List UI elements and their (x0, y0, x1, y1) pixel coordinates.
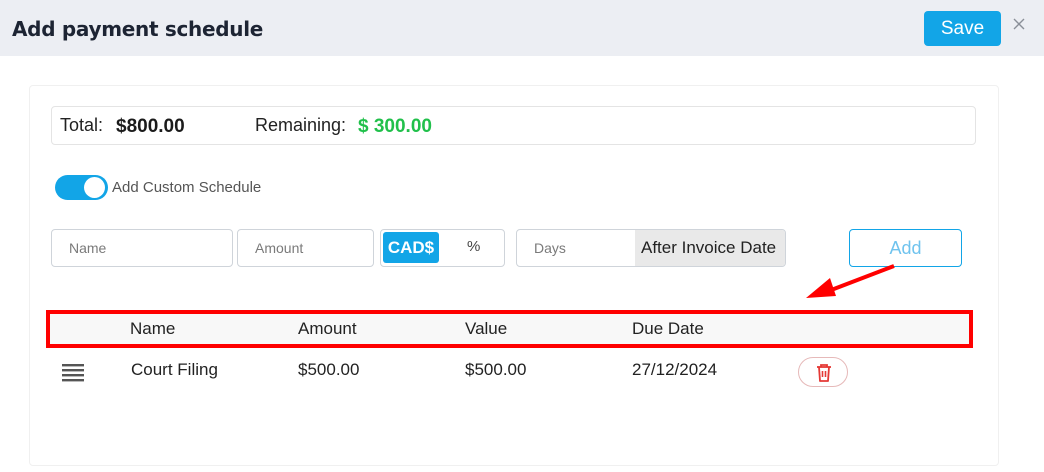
dialog-title: Add payment schedule (12, 17, 264, 41)
row-name: Court Filing (131, 360, 218, 379)
totals-bar: Total: $800.00 Remaining: $ 300.00 (51, 106, 976, 145)
currency-option[interactable]: CAD$ (383, 232, 439, 263)
remaining-label: Remaining: (255, 115, 347, 135)
close-icon[interactable] (1011, 16, 1027, 32)
column-header-name: Name (130, 319, 176, 338)
trash-icon (817, 364, 831, 382)
after-invoice-date-label: After Invoice Date (635, 230, 785, 266)
days-input[interactable] (517, 230, 635, 266)
column-header-amount: Amount (298, 319, 357, 338)
annotation-arrow (806, 264, 895, 298)
total-label: Total: (60, 115, 104, 135)
delete-row-button[interactable] (798, 357, 848, 387)
unit-selector: CAD$ % (380, 229, 505, 267)
save-button[interactable]: Save (924, 11, 1001, 46)
percent-option[interactable]: % (467, 238, 480, 255)
column-header-due-date: Due Date (632, 319, 704, 338)
row-due-date: 27/12/2024 (632, 360, 718, 379)
amount-field (237, 229, 374, 267)
dialog-header: Add payment schedule Save (0, 0, 1044, 56)
custom-schedule-label: Add Custom Schedule (112, 179, 262, 196)
days-field: After Invoice Date (516, 229, 786, 267)
drag-handle-icon[interactable] (62, 362, 84, 382)
total-value: $800.00 (116, 116, 185, 137)
name-field (51, 229, 233, 267)
custom-schedule-toggle[interactable] (55, 175, 108, 200)
row-value: $500.00 (465, 360, 527, 379)
row-amount: $500.00 (298, 360, 360, 379)
column-header-value: Value (465, 319, 508, 338)
table-header (46, 310, 973, 348)
remaining-value: $ 300.00 (358, 116, 432, 137)
amount-input[interactable] (238, 230, 373, 266)
toggle-knob (84, 177, 105, 198)
name-input[interactable] (52, 230, 232, 266)
